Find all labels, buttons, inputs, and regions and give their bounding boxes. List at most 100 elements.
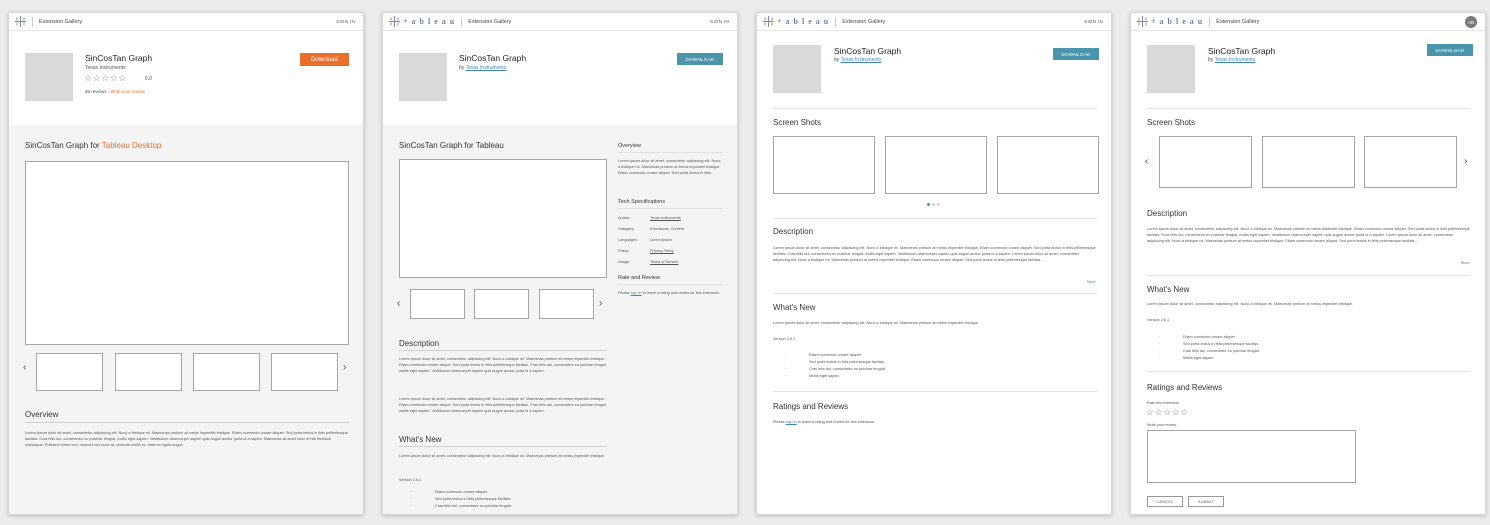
mockup-panel-1: Extension Gallery SIGN IN SinCosTan Grap… <box>8 12 364 515</box>
whats-new-text: Lorem ipsum dolor sit amet, consectetur … <box>773 321 979 325</box>
screenshot-thumb[interactable] <box>474 289 529 319</box>
extension-gallery-link[interactable]: Extension Gallery <box>468 19 511 25</box>
spec-key: Languages: <box>618 238 638 242</box>
extension-gallery-link[interactable]: Extension Gallery <box>842 19 885 25</box>
carousel-dots <box>927 203 940 206</box>
screenshot-thumb[interactable] <box>1159 136 1252 188</box>
screenshot-thumb[interactable] <box>885 136 987 194</box>
carousel-dot[interactable] <box>932 203 935 206</box>
review-count-label: 98 reviews <box>85 89 107 94</box>
tableau-logo-icon[interactable] <box>389 16 400 27</box>
app-title: SinCosTan Graph <box>1208 46 1276 56</box>
publisher-link[interactable]: Texas Instruments <box>1215 57 1256 63</box>
spec-author-link[interactable]: Texas Instruments <box>650 216 681 220</box>
user-avatar[interactable]: AB <box>1465 16 1477 28</box>
publisher-name: Texas Instruments <box>85 65 126 71</box>
list-item: Etiam commodo ornare aliquet. <box>1183 335 1236 339</box>
screenshot-thumb[interactable] <box>997 136 1099 194</box>
main-screenshot[interactable] <box>399 159 607 278</box>
publisher-byline: by Texas Instruments <box>1208 57 1255 63</box>
publisher-link[interactable]: Texas Instruments <box>841 57 882 63</box>
bullet: · <box>1159 356 1161 360</box>
privacy-policy-link[interactable]: Privacy Policy <box>650 249 674 253</box>
review-count: 98 reviews | Write your review <box>85 89 145 94</box>
extension-gallery-link[interactable]: Extension Gallery <box>1216 19 1259 25</box>
divider <box>618 152 723 153</box>
sign-in-link[interactable]: SIGN IN <box>336 19 355 24</box>
app-title: SinCosTan Graph <box>834 46 902 56</box>
list-item: Etiam commodo ornare aliquet. <box>435 490 488 494</box>
rating-value: 5.0 <box>145 76 152 82</box>
more-link[interactable]: More <box>1461 261 1470 265</box>
divider <box>773 391 1097 392</box>
header-divider <box>835 16 837 27</box>
app-thumbnail <box>399 53 447 101</box>
chevron-right-icon[interactable]: › <box>343 363 346 373</box>
to-leave-text: to leave a rating and review for this ex… <box>797 420 875 424</box>
tableau-logo-icon[interactable] <box>763 16 774 27</box>
whats-new-heading: What's New <box>773 303 816 312</box>
tableau-logo-icon[interactable] <box>15 16 26 27</box>
sign-in-link[interactable]: sign in <box>631 291 642 295</box>
chevron-left-icon[interactable]: ‹ <box>397 299 400 309</box>
tableau-logo-icon[interactable] <box>1137 16 1148 27</box>
screenshot-thumb[interactable] <box>115 353 182 391</box>
divider <box>773 218 1097 219</box>
tableau-wordmark: + a b l e a u <box>403 17 456 26</box>
screenshot-thumb[interactable] <box>1262 136 1355 188</box>
section-title-for-tableau: SinCosTan Graph for Tableau <box>399 141 504 150</box>
version-label: Version 2.6.1 <box>773 337 796 341</box>
overview-text: Lorem ipsum dolor sit amet, consectetur … <box>25 431 348 448</box>
download-button[interactable]: DOWNLOAD <box>677 53 723 65</box>
rating-input-stars[interactable]: ☆☆☆☆☆ <box>1146 408 1189 417</box>
terms-of-service-link[interactable]: Terms of Service <box>650 260 678 264</box>
spec-value: Lorem ipsum <box>650 238 672 242</box>
screenshot-thumb[interactable] <box>271 353 338 391</box>
review-textarea[interactable] <box>1147 430 1356 483</box>
chevron-left-icon[interactable]: ‹ <box>23 363 26 373</box>
divider <box>773 293 1097 294</box>
publisher-link[interactable]: Texas Instruments <box>466 65 507 71</box>
list-item: Cras felis dui, consectetur eu pulvinar … <box>1183 349 1260 353</box>
rate-review-text: Please sign in to leave a rating and rev… <box>773 419 1097 425</box>
section-title-for-desktop: SinCosTan Graph for Tableau Desktop <box>25 141 161 150</box>
submit-button[interactable]: SUBMIT <box>1188 496 1224 507</box>
rate-review-text: Please sign in to leave a rating and rev… <box>618 290 723 296</box>
main-screenshot[interactable] <box>25 161 349 345</box>
bullet: · <box>785 367 787 371</box>
screenshot-thumb[interactable] <box>410 289 465 319</box>
write-review-link[interactable]: Write your review <box>110 89 145 94</box>
chevron-right-icon[interactable]: › <box>599 299 602 309</box>
carousel-dot-active[interactable] <box>927 203 930 206</box>
header-divider <box>32 16 33 27</box>
sign-in-link[interactable]: sign in <box>786 420 797 424</box>
sign-in-link[interactable]: SIGN IN <box>1084 19 1103 24</box>
cancel-button[interactable]: CANCEL <box>1147 496 1183 507</box>
product-name: Tableau Desktop <box>101 141 162 150</box>
download-button[interactable]: Download <box>300 53 349 66</box>
by-prefix: by <box>1208 57 1214 63</box>
spec-value: Extensions, Content <box>650 227 684 231</box>
download-button[interactable]: DOWNLOAD <box>1053 48 1099 60</box>
more-link[interactable]: More <box>1087 280 1096 284</box>
chevron-left-icon[interactable]: ‹ <box>1145 157 1148 167</box>
screenshot-thumb[interactable] <box>773 136 875 194</box>
ratings-reviews-heading: Ratings and Reviews <box>773 402 849 411</box>
ratings-reviews-heading: Ratings and Reviews <box>1147 383 1223 392</box>
spec-key: Category: <box>618 227 635 231</box>
divider <box>618 208 723 209</box>
screenshot-thumb[interactable] <box>539 289 594 319</box>
screenshot-thumb[interactable] <box>193 353 260 391</box>
bullet: · <box>411 490 413 494</box>
download-button[interactable]: DOWNLOAD <box>1427 44 1473 56</box>
rate-review-heading: Rate and Review <box>618 275 660 281</box>
sign-in-link[interactable]: SIGN IN <box>710 19 729 24</box>
bullet: · <box>785 374 787 378</box>
chevron-right-icon[interactable]: › <box>1464 157 1467 167</box>
screenshot-thumb[interactable] <box>36 353 103 391</box>
list-item: Etiam commodo ornare aliquet. <box>809 353 862 357</box>
carousel-dot[interactable] <box>937 203 940 206</box>
list-item: Mollis eget sapien. <box>1183 356 1215 360</box>
extension-gallery-link[interactable]: Extension Gallery <box>39 19 82 25</box>
screenshot-thumb[interactable] <box>1364 136 1457 188</box>
